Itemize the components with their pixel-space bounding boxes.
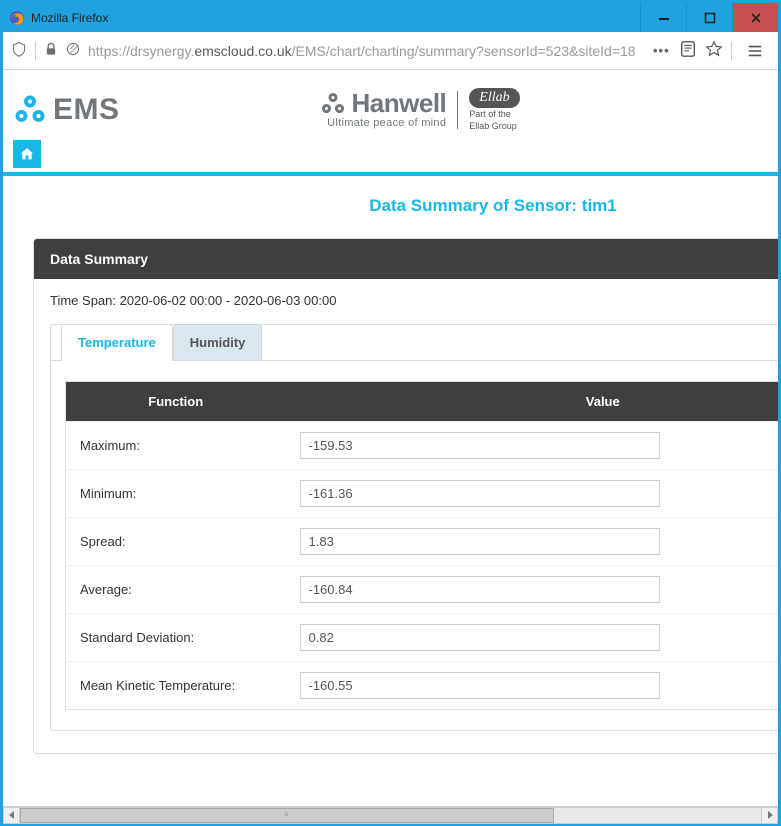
url-domain: emscloud.co.uk	[194, 43, 291, 59]
value-stddev[interactable]	[300, 624, 660, 651]
data-summary-panel: Data Summary Time Span: 2020-06-02 00:00…	[33, 238, 778, 754]
close-button[interactable]	[732, 3, 778, 32]
row-label: Average:	[66, 565, 286, 613]
tab-container: Temperature Humidity Function Value Maxi…	[50, 324, 778, 731]
minimize-button[interactable]	[640, 3, 686, 32]
bookmark-star-icon[interactable]	[705, 40, 723, 61]
row-label: Mean Kinetic Temperature:	[66, 661, 286, 709]
ellab-badge: Ellab	[469, 88, 519, 108]
browser-window: Mozilla Firefox https://drsynergy.emsclo…	[0, 0, 781, 826]
row-label: Standard Deviation:	[66, 613, 286, 661]
tracking-shield-icon[interactable]	[11, 41, 27, 60]
value-minimum[interactable]	[300, 480, 660, 507]
timespan-text: Time Span: 2020-06-02 00:00 - 2020-06-03…	[34, 279, 778, 316]
hanwell-tagline: Ultimate peace of mind	[327, 117, 446, 129]
ems-logo-icon	[13, 93, 47, 127]
scroll-left-arrow-icon[interactable]	[3, 807, 20, 824]
ellab-subline2: Ellab Group	[469, 122, 519, 132]
scroll-track[interactable]: ≡	[20, 807, 761, 824]
home-button[interactable]	[13, 140, 41, 168]
tab-label: Temperature	[78, 335, 156, 350]
url-prefix: https://drsynergy.	[88, 43, 194, 59]
table-row: Standard Deviation:	[66, 613, 779, 661]
tab-row: Temperature Humidity	[51, 324, 778, 361]
row-label: Spread:	[66, 517, 286, 565]
table-row: Mean Kinetic Temperature:	[66, 661, 779, 709]
lock-icon[interactable]	[44, 42, 58, 59]
hanwell-logo-icon	[320, 91, 346, 117]
window-title: Mozilla Firefox	[31, 11, 640, 25]
header-logos: EMS Hanwell Ultimate peace of mind Ellab…	[3, 70, 778, 140]
value-mkt[interactable]	[300, 672, 660, 699]
value-maximum[interactable]	[300, 432, 660, 459]
page-actions-icon[interactable]: •••	[653, 43, 671, 58]
url-bar[interactable]: https://drsynergy.emscloud.co.uk/EMS/cha…	[88, 43, 645, 59]
scroll-thumb[interactable]: ≡	[20, 808, 554, 823]
scroll-right-arrow-icon[interactable]	[761, 807, 778, 824]
panel-header: Data Summary	[34, 239, 778, 279]
table-wrapper: Function Value Maximum: Minimum: Spread:…	[51, 361, 778, 730]
reader-mode-icon[interactable]	[679, 40, 697, 61]
tab-temperature[interactable]: Temperature	[61, 324, 173, 361]
window-titlebar: Mozilla Firefox	[3, 3, 778, 32]
ellab-badge-group: Ellab Part of the Ellab Group	[469, 88, 519, 132]
permissions-icon[interactable]	[66, 42, 80, 59]
home-icon	[19, 146, 35, 162]
ems-logo-text: EMS	[53, 93, 120, 127]
ellab-subline1: Part of the	[469, 110, 519, 120]
window-controls	[640, 3, 778, 32]
page-content: EMS Hanwell Ultimate peace of mind Ellab…	[3, 70, 778, 806]
tab-humidity[interactable]: Humidity	[173, 324, 263, 361]
page-title: Data Summary of Sensor: tim1	[3, 176, 778, 238]
toolbar-separator	[35, 42, 36, 60]
hanwell-brand-text: Hanwell	[352, 88, 447, 119]
browser-toolbar: https://drsynergy.emscloud.co.uk/EMS/cha…	[3, 32, 778, 70]
logo-divider	[457, 91, 458, 129]
column-header-value: Value	[286, 381, 779, 421]
table-row: Average:	[66, 565, 779, 613]
column-header-function: Function	[66, 381, 286, 421]
table-row: Spread:	[66, 517, 779, 565]
summary-table: Function Value Maximum: Minimum: Spread:…	[65, 381, 778, 710]
table-row: Maximum:	[66, 421, 779, 469]
table-row: Minimum:	[66, 469, 779, 517]
nav-bar	[3, 140, 778, 168]
firefox-icon	[9, 10, 25, 26]
row-label: Minimum:	[66, 469, 286, 517]
tab-label: Humidity	[190, 335, 246, 350]
ems-logo: EMS	[13, 93, 120, 127]
hanwell-logo: Hanwell Ultimate peace of mind Ellab Par…	[320, 88, 520, 132]
horizontal-scrollbar[interactable]: ≡	[3, 806, 778, 823]
hamburger-menu-button[interactable]	[740, 36, 770, 66]
value-spread[interactable]	[300, 528, 660, 555]
value-average[interactable]	[300, 576, 660, 603]
url-path: /EMS/chart/charting/summary?sensorId=523…	[292, 43, 636, 59]
maximize-button[interactable]	[686, 3, 732, 32]
toolbar-separator	[731, 42, 732, 60]
row-label: Maximum:	[66, 421, 286, 469]
